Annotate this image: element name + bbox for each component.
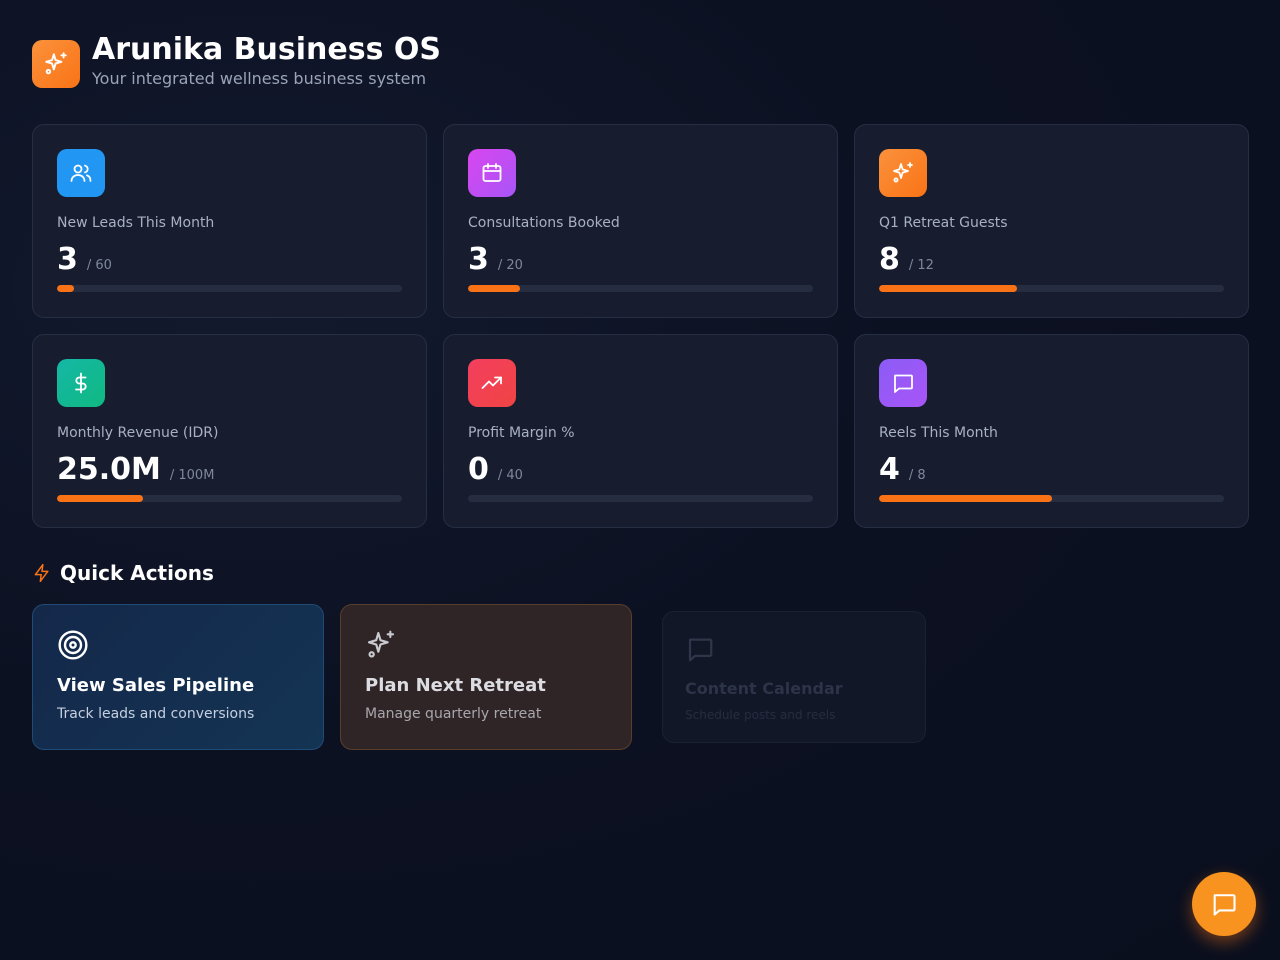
sparkles-icon [893,162,913,183]
app-header: Arunika Business OS Your integrated well… [32,32,441,90]
stat-value: 25.0M [57,452,161,487]
plan-next-retreat-card[interactable]: Plan Next Retreat Manage quarterly retre… [340,604,632,750]
message-square-icon [688,638,713,662]
stat-card-profit-margin[interactable]: Profit Margin % 0 / 40 [443,334,838,528]
message-square-icon [894,374,913,393]
chat-icon [1213,894,1236,916]
dollar-icon [75,372,87,394]
stat-target: / 40 [497,468,523,483]
progress-fill [57,285,75,292]
stat-target: / 60 [86,258,112,273]
progress-bar [468,495,813,502]
stat-icon-container [57,359,105,407]
progress-bar [879,285,1224,292]
stats-grid: New Leads This Month 3 / 60 Consultation… [32,124,1249,528]
stat-icon-container [468,149,516,197]
stat-value: 8 [879,242,900,277]
app-logo [32,40,80,88]
calendar-icon [482,163,502,182]
stat-label: Consultations Booked [468,215,620,231]
sparkles-icon [45,52,67,75]
stat-icon-container [879,359,927,407]
page-subtitle: Your integrated wellness business system [92,69,427,88]
stat-value: 0 [468,452,489,487]
stat-card-reels[interactable]: Reels This Month 4 / 8 [854,334,1249,528]
users-icon [70,164,92,182]
page-title: Arunika Business OS [92,32,441,67]
action-title: Content Calendar [685,679,843,698]
stat-card-new-leads[interactable]: New Leads This Month 3 / 60 [32,124,427,318]
stat-value: 3 [57,242,78,277]
progress-fill [879,285,1017,292]
sparkles-icon [367,630,395,658]
progress-bar [57,285,402,292]
action-title: Plan Next Retreat [365,675,546,696]
action-description: Schedule posts and reels [685,708,836,722]
stat-card-consultations[interactable]: Consultations Booked 3 / 20 [443,124,838,318]
lightning-icon [34,563,49,583]
progress-bar [879,495,1224,502]
stat-label: Monthly Revenue (IDR) [57,425,219,441]
stat-icon-container [57,149,105,197]
section-title: Quick Actions [60,561,214,585]
action-description: Track leads and conversions [57,706,255,722]
stat-target: / 8 [908,468,926,483]
stat-target: / 100M [169,468,215,483]
action-description: Manage quarterly retreat [365,706,542,722]
stat-icon-container [879,149,927,197]
chat-button[interactable] [1192,872,1256,936]
progress-fill [879,495,1052,502]
stat-value: 3 [468,242,489,277]
stat-target: / 12 [908,258,934,273]
stat-label: Q1 Retreat Guests [879,215,1008,231]
progress-fill [57,495,144,502]
stat-label: Profit Margin % [468,425,575,441]
stat-label: Reels This Month [879,425,998,441]
stat-target: / 20 [497,258,523,273]
target-icon [58,630,88,660]
progress-bar [57,495,402,502]
stat-label: New Leads This Month [57,215,215,231]
quick-actions-heading: Quick Actions [32,561,214,585]
content-calendar-card[interactable]: Content Calendar Schedule posts and reel… [662,611,926,743]
progress-fill [468,285,520,292]
view-sales-pipeline-card[interactable]: View Sales Pipeline Track leads and conv… [32,604,324,750]
stat-value: 4 [879,452,900,487]
action-title: View Sales Pipeline [57,675,255,696]
stat-icon-container [468,359,516,407]
trending-up-icon [481,376,502,389]
stat-card-retreat-guests[interactable]: Q1 Retreat Guests 8 / 12 [854,124,1249,318]
stat-card-monthly-revenue[interactable]: Monthly Revenue (IDR) 25.0M / 100M [32,334,427,528]
progress-bar [468,285,813,292]
